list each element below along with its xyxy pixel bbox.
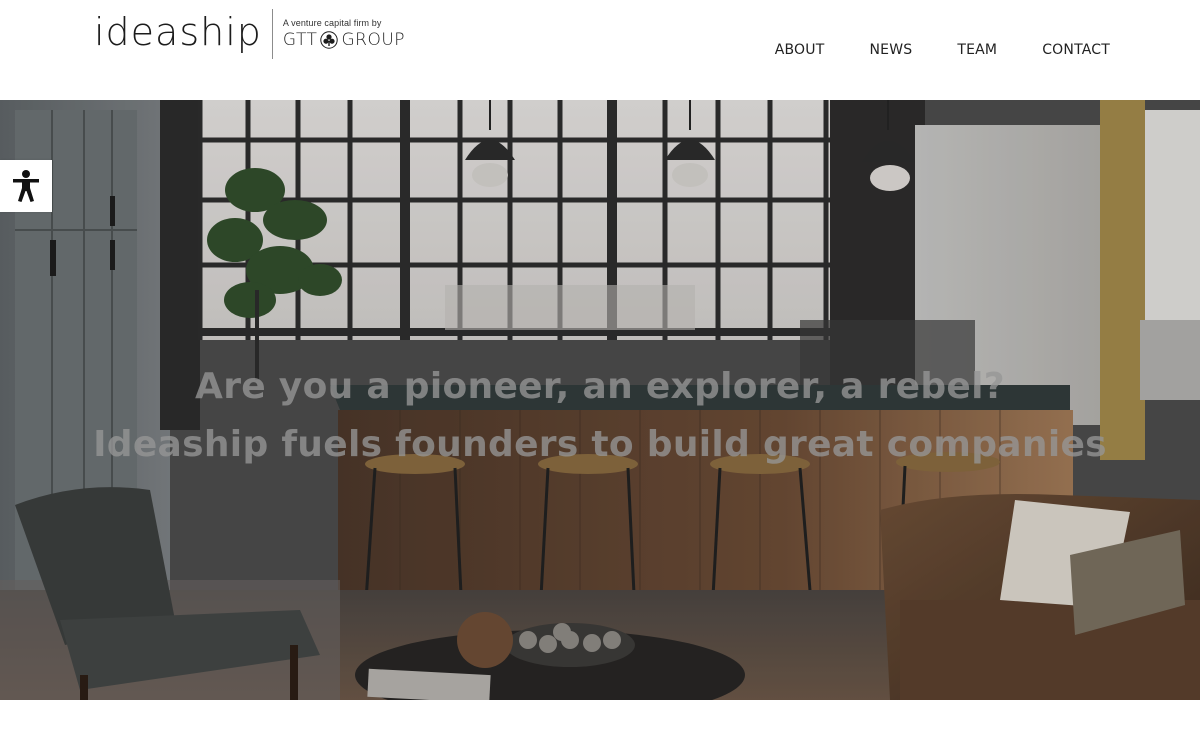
hero-headline: Are you a pioneer, an explorer, a rebel? <box>195 366 1005 407</box>
nav-item-about[interactable]: ABOUT <box>775 42 825 58</box>
main-nav: ABOUT NEWS TEAM CONTACT <box>775 42 1110 58</box>
logo-group-left: GTT <box>282 30 318 50</box>
nav-item-team[interactable]: TEAM <box>957 42 997 58</box>
hero-section: Are you a pioneer, an explorer, a rebel?… <box>0 100 1200 700</box>
page: ideaship A venture capital firm by GTT G… <box>0 0 1200 750</box>
logo-tagline: A venture capital firm by <box>282 18 382 28</box>
logo-group-name: GTT GROUP <box>283 30 405 50</box>
accessibility-button[interactable] <box>0 160 52 212</box>
logo-wordmark: ideaship <box>94 10 262 54</box>
below-hero-area <box>0 700 1200 750</box>
nav-item-contact[interactable]: CONTACT <box>1042 42 1110 58</box>
accessibility-icon <box>11 169 41 203</box>
site-header: ideaship A venture capital firm by GTT G… <box>0 0 1200 100</box>
logo-link[interactable]: ideaship A venture capital firm by GTT G… <box>94 8 405 60</box>
nav-item-news[interactable]: NEWS <box>869 42 912 58</box>
hero-subheadline: Ideaship fuels founders to build great c… <box>93 424 1107 465</box>
hero-text: Are you a pioneer, an explorer, a rebel?… <box>0 358 1200 474</box>
logo-group-right: GROUP <box>341 30 406 50</box>
logo-divider <box>271 9 273 59</box>
gtt-emblem-icon <box>320 31 339 49</box>
logo-subtitle: A venture capital firm by GTT GROUP <box>283 9 405 59</box>
